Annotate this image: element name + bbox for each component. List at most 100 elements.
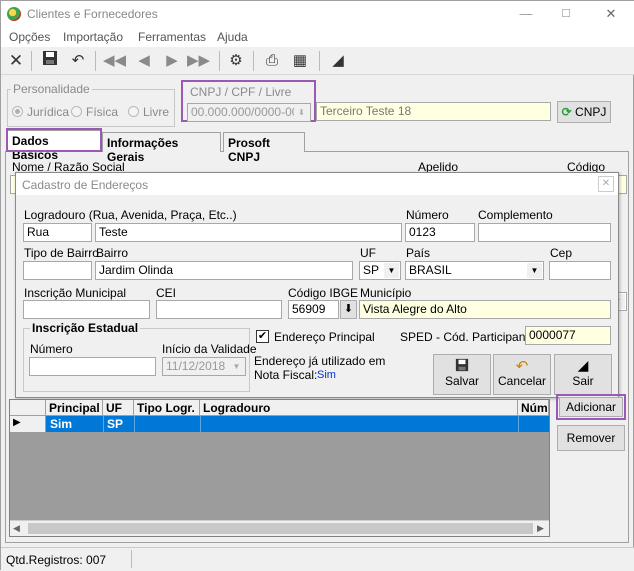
municipio-input[interactable]: Vista Alegre do Alto xyxy=(359,300,611,319)
cell-uf: SP xyxy=(107,417,124,431)
table-row[interactable]: ▶ Sim SP xyxy=(10,416,549,432)
grid-header-uf[interactable]: UF xyxy=(103,400,134,416)
cnpj-button[interactable]: ⟳ CNPJ xyxy=(557,101,611,123)
name-input[interactable]: Terceiro Teste 18 xyxy=(316,102,551,121)
ie-inicio-input[interactable]: 11/12/2018 ▼ xyxy=(162,357,246,376)
tipo-logradouro-input[interactable]: Rua xyxy=(23,223,92,242)
municipio-label: Município xyxy=(360,286,412,300)
cep-label: Cep xyxy=(550,246,573,260)
cancelar-button[interactable]: ↶ Cancelar xyxy=(493,354,551,395)
grid-header-principal[interactable]: Principal xyxy=(46,400,103,416)
grid-h-scrollbar[interactable]: ◀ ▶ xyxy=(10,520,549,536)
status-bar: Qtd.Registros: 007 xyxy=(1,547,634,571)
cei-input[interactable] xyxy=(156,300,282,319)
tab-prosoft-cnpj[interactable]: Prosoft CNPJ xyxy=(223,132,305,164)
radio-livre[interactable] xyxy=(128,106,139,117)
logradouro-label: Logradouro (Rua, Avenida, Praça, Etc..) xyxy=(24,208,237,222)
dialog-close-icon[interactable]: ✕ xyxy=(598,176,614,192)
menu-opcoes[interactable]: Opções xyxy=(9,30,50,44)
complemento-input[interactable] xyxy=(478,223,611,242)
adicionar-button[interactable]: Adicionar xyxy=(559,397,623,417)
tab-highlight xyxy=(6,128,102,152)
endereco-principal-checkbox[interactable]: ✔ xyxy=(256,330,269,343)
ja-utilizado-line2: Nota Fiscal: xyxy=(254,368,318,382)
maximize-icon[interactable]: ☐ xyxy=(551,5,581,23)
close-window-icon[interactable]: ✕ xyxy=(596,5,626,23)
ie-date-dropdown-icon[interactable]: ▼ xyxy=(229,359,244,374)
scroll-thumb[interactable] xyxy=(28,523,533,534)
ja-utilizado-line1: Endereço já utilizado em xyxy=(254,354,386,368)
next-record-icon[interactable]: ▶ xyxy=(161,50,183,72)
inscricao-municipal-label: Inscrição Municipal xyxy=(24,286,127,300)
sair-button[interactable]: ◢ Sair xyxy=(554,354,612,395)
uf-dropdown-icon[interactable]: ▼ xyxy=(384,263,399,278)
search-binoculars-icon[interactable]: ⚙ xyxy=(225,50,247,72)
cnpj-input[interactable]: 00.000.000/0000-00 ⬇ xyxy=(187,103,311,122)
uf-select[interactable]: SP ▼ xyxy=(359,261,401,280)
first-record-icon[interactable]: ◀◀ xyxy=(103,50,126,72)
pais-dropdown-icon[interactable]: ▼ xyxy=(527,263,542,278)
minimize-icon[interactable]: — xyxy=(511,5,541,23)
bairro-input[interactable]: Jardim Olinda xyxy=(95,261,353,280)
cnpj-arrow-icon[interactable]: ⬇ xyxy=(294,105,309,120)
personalidade-label: Personalidade xyxy=(11,82,92,96)
cep-input[interactable] xyxy=(549,261,611,280)
toolbar: ✕ ↶ ◀◀ ◀ ▶ ▶▶ ⚙ ⎙ ▦ ◢ xyxy=(1,47,634,75)
tab-informacoes-gerais[interactable]: Informações Gerais xyxy=(102,132,221,164)
ie-numero-label: Número xyxy=(30,342,73,356)
tipo-bairro-input[interactable] xyxy=(23,261,92,280)
scroll-right-icon[interactable]: ▶ xyxy=(537,523,544,534)
delete-x-icon[interactable]: ✕ xyxy=(5,50,27,72)
bairro-label: Bairro xyxy=(96,246,129,260)
cnpj-value: 00.000.000/0000-00 xyxy=(191,105,299,119)
menu-ajuda[interactable]: Ajuda xyxy=(217,30,248,44)
remover-button[interactable]: Remover xyxy=(557,425,625,451)
cancelar-label: Cancelar xyxy=(497,374,547,388)
complemento-label: Complemento xyxy=(478,208,553,222)
inscricao-estadual-label: Inscrição Estadual xyxy=(30,321,141,335)
radio-juridica[interactable] xyxy=(12,106,23,117)
codigo-ibge-input[interactable]: 56909 xyxy=(288,300,339,319)
previous-record-icon[interactable]: ◀ xyxy=(133,50,155,72)
ie-numero-input[interactable] xyxy=(29,357,156,376)
undo-icon[interactable]: ↶ xyxy=(67,50,89,72)
undo-icon: ↶ xyxy=(515,358,529,375)
pais-select[interactable]: BRASIL ▼ xyxy=(405,261,544,280)
grid-header-numero[interactable]: Núme xyxy=(518,400,549,416)
save-disk-icon[interactable] xyxy=(39,50,61,72)
grid-indicator-header xyxy=(10,400,46,416)
inscricao-municipal-input[interactable] xyxy=(23,300,150,319)
ja-utilizado-value: Sim xyxy=(317,369,336,381)
grid-header-logradouro[interactable]: Logradouro xyxy=(200,400,518,416)
sped-input[interactable]: 0000077 xyxy=(525,326,611,345)
tipo-bairro-label: Tipo de Bairro xyxy=(24,246,99,260)
menu-bar: Opções Importação Ferramentas Ajuda xyxy=(1,27,634,47)
pais-value: BRASIL xyxy=(409,263,452,277)
numero-input[interactable]: 0123 xyxy=(405,223,475,242)
ie-inicio-value: 11/12/2018 xyxy=(166,359,226,373)
exit-door-icon[interactable]: ◢ xyxy=(327,50,349,72)
salvar-button[interactable]: Salvar xyxy=(433,354,491,395)
dialog-title-bar: Cadastro de Endereços ✕ xyxy=(16,173,618,195)
ie-inicio-label: Início da Validade xyxy=(162,342,257,356)
report-icon[interactable]: ▦ xyxy=(289,50,311,72)
app-icon xyxy=(7,7,21,21)
ibge-lookup-icon[interactable]: ⬇ xyxy=(340,300,357,319)
grid-header-tipo[interactable]: Tipo Logr. xyxy=(134,400,200,416)
menu-importacao[interactable]: Importação xyxy=(63,30,123,44)
last-record-icon[interactable]: ▶▶ xyxy=(187,50,210,72)
print-icon[interactable]: ⎙ xyxy=(261,50,283,72)
radio-juridica-label: Jurídica xyxy=(27,105,70,119)
logradouro-input[interactable]: Teste xyxy=(95,223,402,242)
radio-fisica[interactable] xyxy=(71,106,82,117)
uf-value: SP xyxy=(363,263,380,277)
address-dialog: Cadastro de Endereços ✕ Logradouro (Rua,… xyxy=(15,172,619,398)
menu-ferramentas[interactable]: Ferramentas xyxy=(138,30,206,44)
scroll-left-icon[interactable]: ◀ xyxy=(13,523,20,534)
cell-principal: Sim xyxy=(50,417,73,431)
uf-label: UF xyxy=(360,246,376,260)
pais-label: País xyxy=(406,246,431,260)
refresh-icon: ⟳ xyxy=(561,105,572,119)
salvar-label: Salvar xyxy=(444,374,479,388)
main-window: Clientes e Fornecedores — ☐ ✕ Opções Imp… xyxy=(0,0,634,571)
